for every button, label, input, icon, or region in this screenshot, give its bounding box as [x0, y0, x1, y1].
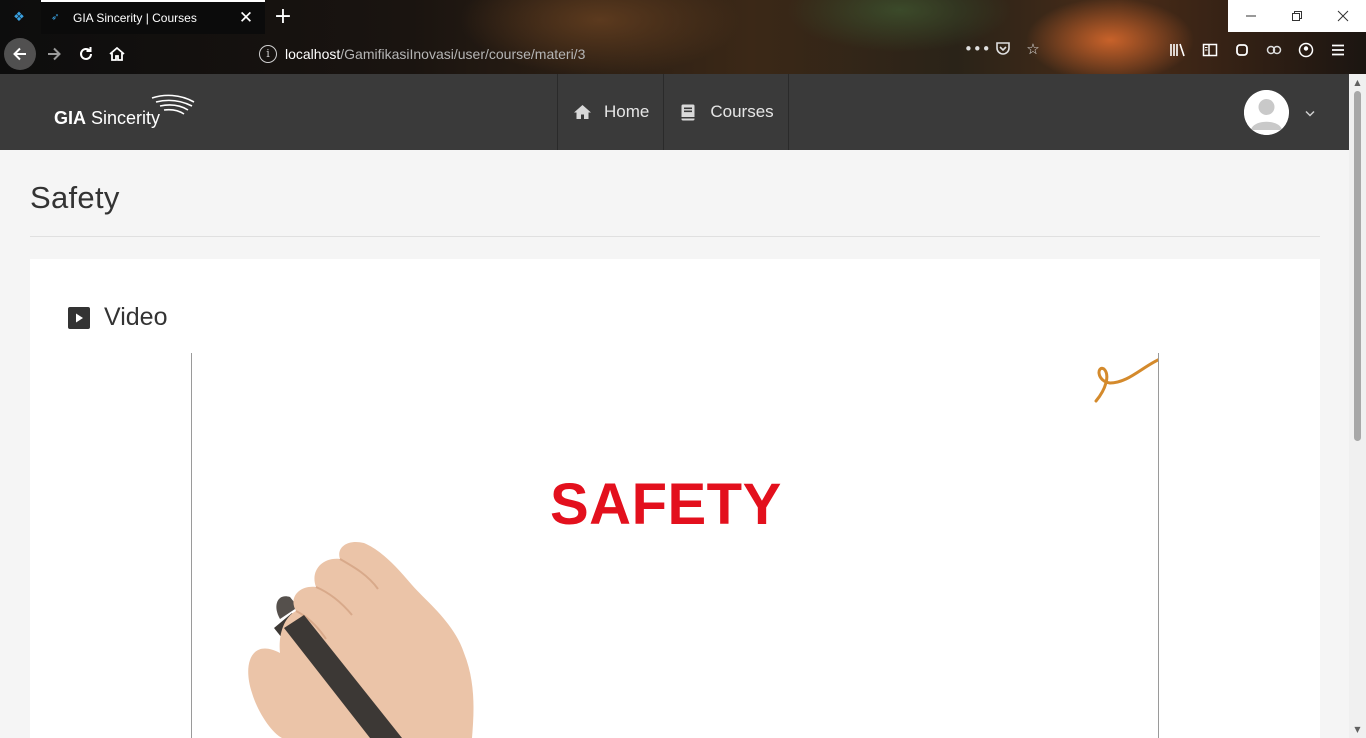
video-section-header: Video: [68, 303, 168, 332]
page-scrollbar[interactable]: ▲ ▼: [1349, 74, 1366, 738]
menu-hamburger-icon[interactable]: [1328, 42, 1348, 64]
avatar[interactable]: [1244, 90, 1289, 135]
container-tab-icon[interactable]: ❖: [8, 8, 30, 28]
site-logo[interactable]: GIA Sincerity: [54, 92, 204, 136]
nav-home[interactable]: Home: [557, 74, 663, 150]
forward-button[interactable]: [38, 38, 70, 70]
play-square-icon: [68, 306, 90, 329]
browser-chrome: ❖ ➶ GIA Sincerity | Courses ✕ + i localh…: [0, 0, 1366, 74]
user-silhouette-icon: [1244, 90, 1289, 135]
arrow-right-icon: [48, 47, 61, 61]
url-path: /GamifikasiInovasi/user/course/materi/3: [340, 46, 586, 62]
url-host: localhost: [285, 46, 341, 62]
page-title: Safety: [30, 180, 120, 215]
content-card: Video SAFETY: [30, 259, 1320, 738]
reload-button[interactable]: [70, 38, 102, 70]
sidebar-icon[interactable]: [1200, 42, 1220, 64]
close-tab-icon[interactable]: ✕: [237, 8, 255, 28]
page-actions-icon[interactable]: •••: [964, 40, 991, 60]
back-button[interactable]: [4, 38, 36, 70]
url-actions: ••• ☆: [964, 40, 1042, 60]
pocket-icon[interactable]: [994, 40, 1012, 60]
library-icon[interactable]: [1168, 42, 1188, 64]
window-controls: [1228, 0, 1366, 32]
home-icon: [572, 104, 592, 120]
main-nav: Home Courses: [557, 74, 789, 150]
arrow-left-icon: [13, 47, 26, 61]
title-divider: [30, 236, 1320, 237]
restore-button[interactable]: [1274, 0, 1320, 32]
hand-illustration: [248, 541, 474, 738]
scroll-up-arrow-icon[interactable]: ▲: [1349, 74, 1366, 91]
nav-courses-label: Courses: [710, 102, 774, 121]
toolbar-right: [1168, 42, 1348, 64]
tab-strip: ❖ ➶ GIA Sincerity | Courses ✕ +: [0, 0, 1366, 34]
home-outline-icon: [109, 46, 125, 61]
info-icon[interactable]: i: [259, 45, 277, 63]
video-frame-graphic: [248, 358, 1158, 738]
url-bar[interactable]: i localhost/GamifikasiInovasi/user/cours…: [250, 40, 1050, 68]
favicon-icon: ➶: [51, 12, 60, 23]
scroll-down-arrow-icon[interactable]: ▼: [1349, 721, 1366, 738]
book-icon: [678, 104, 698, 121]
minimize-button[interactable]: [1228, 0, 1274, 32]
wing-logo-icon: [151, 94, 195, 115]
video-player[interactable]: SAFETY: [191, 353, 1159, 738]
section-title: Video: [104, 303, 168, 331]
browser-tab[interactable]: ➶ GIA Sincerity | Courses ✕: [41, 0, 265, 34]
scroll-thumb[interactable]: [1354, 91, 1361, 441]
close-window-button[interactable]: [1320, 0, 1366, 32]
chevron-down-icon[interactable]: [1305, 106, 1315, 120]
user-menu[interactable]: [1244, 90, 1315, 135]
logo-text: GIA Sincerity: [54, 108, 161, 128]
navigation-toolbar: i localhost/GamifikasiInovasi/user/cours…: [0, 34, 1366, 74]
tab-title: GIA Sincerity | Courses: [73, 11, 197, 25]
account-icon[interactable]: [1296, 42, 1316, 64]
nav-courses[interactable]: Courses: [663, 74, 789, 150]
nav-home-label: Home: [604, 102, 650, 121]
bookmark-star-icon[interactable]: ☆: [1024, 40, 1042, 60]
extension-icon[interactable]: [1264, 42, 1284, 64]
new-tab-button[interactable]: +: [270, 4, 296, 30]
home-toolbar-button[interactable]: [101, 38, 133, 70]
site-header: GIA Sincerity Home Courses: [0, 74, 1349, 150]
sync-icon[interactable]: [1232, 42, 1252, 64]
reload-icon: [80, 47, 92, 60]
